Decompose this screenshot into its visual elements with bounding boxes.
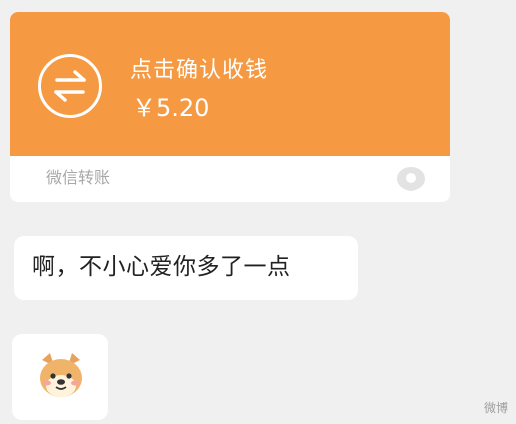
wechat-pay-logo-icon: [394, 164, 428, 194]
transfer-title: 点击确认收钱: [130, 58, 269, 83]
chat-message-bubble[interactable]: 啊，不小心爱你多了一点: [14, 236, 358, 300]
chat-sticker-bubble[interactable]: [12, 334, 108, 420]
shiba-dog-icon: [40, 353, 82, 397]
transfer-label: 微信转账: [46, 168, 111, 187]
transfer-card[interactable]: 点击确认收钱 ￥5.20 微信转账: [10, 12, 450, 202]
watermark: 微博: [483, 401, 508, 415]
chat-message-text: 啊，不小心爱你多了一点: [32, 254, 291, 280]
transfer-card-header: 点击确认收钱 ￥5.20: [10, 12, 450, 156]
transfer-amount: ￥5.20: [132, 94, 210, 122]
transfer-arrows-icon: [38, 54, 102, 118]
